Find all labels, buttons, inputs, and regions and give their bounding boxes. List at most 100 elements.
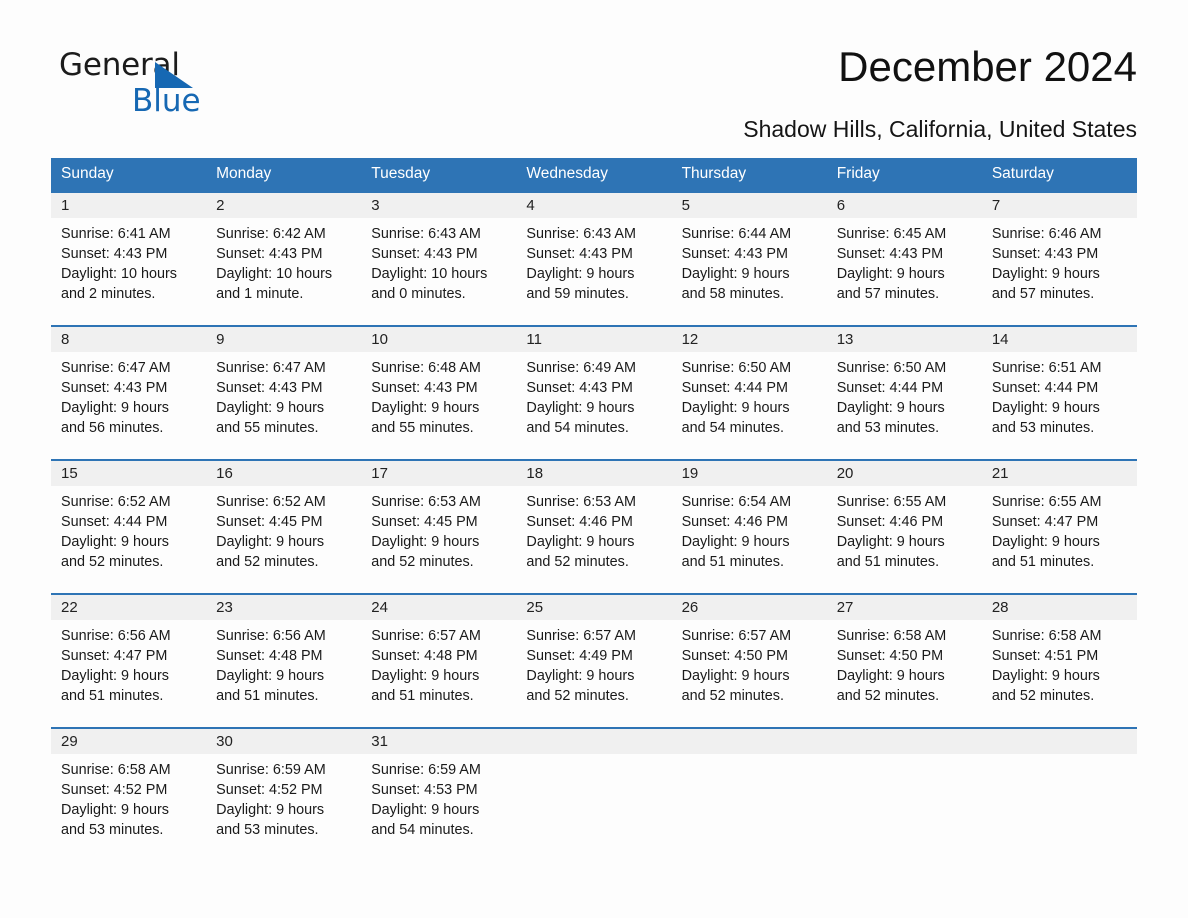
- calendar-day-cell[interactable]: 20 Sunrise: 6:55 AM Sunset: 4:46 PM Dayligh…: [826, 459, 982, 593]
- day-details: Sunrise: 6:50 AM Sunset: 4:44 PM Daylight:…: [827, 352, 982, 438]
- sunset-text: Sunset: 4:49 PM: [526, 648, 633, 664]
- calendar-day-cell[interactable]: 25 Sunrise: 6:57 AM Sunset: 4:49 PM Dayligh…: [516, 593, 672, 727]
- sunset-text: Sunset: 4:44 PM: [991, 380, 1099, 396]
- daylight-text-line1: Daylight: 9 hours: [836, 534, 945, 550]
- calendar-day-cell[interactable]: 19 Sunrise: 6:54 AM Sunset: 4:46 PM Dayligh…: [671, 459, 827, 593]
- daylight-text-line2: and 52 minutes.: [371, 554, 474, 570]
- daylight-text-line1: Daylight: 9 hours: [371, 400, 480, 416]
- daylight-text-line2: and 53 minutes.: [836, 420, 940, 436]
- sunrise-text: Sunrise: 6:56 AM: [61, 628, 171, 644]
- day-details: Sunrise: 6:59 AM Sunset: 4:53 PM Daylight:…: [361, 754, 516, 840]
- general-blue-logo: General Blue: [59, 50, 279, 122]
- calendar-day-cell[interactable]: 23 Sunrise: 6:56 AM Sunset: 4:48 PM Dayligh…: [206, 593, 362, 727]
- sunrise-text: Sunrise: 6:42 AM: [216, 226, 326, 242]
- daylight-text-line1: Daylight: 9 hours: [526, 534, 635, 550]
- calendar-day-cell[interactable]: 8 Sunrise: 6:47 AM Sunset: 4:43 PM Daylight…: [51, 325, 207, 459]
- calendar-day-cell[interactable]: 10 Sunrise: 6:48 AM Sunset: 4:43 PM Dayligh…: [361, 325, 517, 459]
- calendar-day-cell[interactable]: 21 Sunrise: 6:55 AM Sunset: 4:47 PM Dayligh…: [981, 459, 1137, 593]
- calendar-day-cell-empty: [671, 727, 827, 847]
- sunset-text: Sunset: 4:47 PM: [61, 648, 168, 664]
- sunset-text: Sunset: 4:44 PM: [836, 380, 944, 396]
- calendar-day-cell[interactable]: 16 Sunrise: 6:52 AM Sunset: 4:45 PM Dayligh…: [206, 459, 362, 593]
- calendar-day-cell[interactable]: 13 Sunrise: 6:50 AM Sunset: 4:44 PM Dayligh…: [826, 325, 982, 459]
- daylight-text-line1: Daylight: 9 hours: [991, 534, 1100, 550]
- sunset-text: Sunset: 4:43 PM: [836, 246, 944, 262]
- calendar-day-cell-empty: [516, 727, 672, 847]
- daylight-text-line2: and 52 minutes.: [526, 554, 629, 570]
- calendar-day-cell[interactable]: 17 Sunrise: 6:53 AM Sunset: 4:45 PM Dayligh…: [361, 459, 517, 593]
- sunset-text: Sunset: 4:48 PM: [216, 648, 323, 664]
- daylight-text-line1: Daylight: 9 hours: [526, 668, 635, 684]
- sunrise-text: Sunrise: 6:47 AM: [61, 360, 171, 376]
- daylight-text-line1: Daylight: 9 hours: [61, 400, 169, 416]
- daylight-text-line1: Daylight: 9 hours: [216, 668, 325, 684]
- sunrise-text: Sunrise: 6:43 AM: [526, 226, 637, 242]
- weekday-header-thursday: Thursday: [671, 158, 827, 191]
- day-number: 22: [51, 595, 207, 620]
- sunset-text: Sunset: 4:51 PM: [991, 648, 1099, 664]
- day-number: 12: [671, 327, 827, 352]
- sunset-text: Sunset: 4:46 PM: [681, 514, 788, 530]
- day-number: 11: [516, 327, 672, 352]
- daylight-text-line1: Daylight: 10 hours: [61, 266, 177, 282]
- calendar-day-cell[interactable]: 2 Sunrise: 6:42 AM Sunset: 4:43 PM Daylight…: [206, 191, 362, 325]
- calendar-day-cell[interactable]: 14 Sunrise: 6:51 AM Sunset: 4:44 PM Dayligh…: [981, 325, 1137, 459]
- calendar-day-cell[interactable]: 1 Sunrise: 6:41 AM Sunset: 4:43 PM Daylight…: [51, 191, 207, 325]
- day-details: Sunrise: 6:55 AM Sunset: 4:46 PM Daylight:…: [827, 486, 982, 572]
- logo-text-blue: Blue: [132, 83, 201, 119]
- sunrise-text: Sunrise: 6:59 AM: [371, 762, 481, 778]
- calendar-day-cell[interactable]: 6 Sunrise: 6:45 AM Sunset: 4:43 PM Daylight…: [826, 191, 982, 325]
- sunset-text: Sunset: 4:44 PM: [61, 514, 168, 530]
- calendar-day-cell[interactable]: 18 Sunrise: 6:53 AM Sunset: 4:46 PM Dayligh…: [516, 459, 672, 593]
- sunrise-text: Sunrise: 6:50 AM: [836, 360, 947, 376]
- calendar-day-cell[interactable]: 31 Sunrise: 6:59 AM Sunset: 4:53 PM Dayligh…: [361, 727, 517, 847]
- day-details: Sunrise: 6:58 AM Sunset: 4:51 PM Daylight:…: [982, 620, 1137, 706]
- day-details: Sunrise: 6:55 AM Sunset: 4:47 PM Daylight:…: [982, 486, 1137, 572]
- calendar-day-cell[interactable]: 12 Sunrise: 6:50 AM Sunset: 4:44 PM Dayligh…: [671, 325, 827, 459]
- sunset-text: Sunset: 4:43 PM: [526, 380, 633, 396]
- sunrise-text: Sunrise: 6:47 AM: [216, 360, 326, 376]
- daylight-text-line2: and 57 minutes.: [836, 286, 940, 302]
- calendar-day-cell[interactable]: 5 Sunrise: 6:44 AM Sunset: 4:43 PM Daylight…: [671, 191, 827, 325]
- daylight-text-line1: Daylight: 9 hours: [216, 534, 325, 550]
- weekday-header-wednesday: Wednesday: [516, 158, 672, 191]
- calendar-day-cell[interactable]: 30 Sunrise: 6:59 AM Sunset: 4:52 PM Dayligh…: [206, 727, 362, 847]
- calendar-day-cell[interactable]: 3 Sunrise: 6:43 AM Sunset: 4:43 PM Daylight…: [361, 191, 517, 325]
- day-details: Sunrise: 6:57 AM Sunset: 4:50 PM Daylight:…: [672, 620, 827, 706]
- sunrise-text: Sunrise: 6:54 AM: [681, 494, 792, 510]
- calendar-day-cell[interactable]: 15 Sunrise: 6:52 AM Sunset: 4:44 PM Dayligh…: [51, 459, 207, 593]
- sunrise-text: Sunrise: 6:46 AM: [991, 226, 1102, 242]
- calendar-day-cell[interactable]: 11 Sunrise: 6:49 AM Sunset: 4:43 PM Dayligh…: [516, 325, 672, 459]
- day-number: [981, 729, 1137, 754]
- calendar-day-cell[interactable]: 26 Sunrise: 6:57 AM Sunset: 4:50 PM Dayligh…: [671, 593, 827, 727]
- daylight-text-line2: and 52 minutes.: [526, 688, 629, 704]
- sunset-text: Sunset: 4:43 PM: [61, 246, 168, 262]
- calendar-day-cell[interactable]: 9 Sunrise: 6:47 AM Sunset: 4:43 PM Daylight…: [206, 325, 362, 459]
- calendar-day-cell[interactable]: 22 Sunrise: 6:56 AM Sunset: 4:47 PM Dayligh…: [51, 593, 207, 727]
- calendar-day-cell[interactable]: 4 Sunrise: 6:43 AM Sunset: 4:43 PM Daylight…: [516, 191, 672, 325]
- sunset-text: Sunset: 4:47 PM: [991, 514, 1099, 530]
- sunset-text: Sunset: 4:43 PM: [991, 246, 1099, 262]
- day-number: 16: [206, 461, 362, 486]
- daylight-text-line1: Daylight: 9 hours: [681, 534, 790, 550]
- calendar-day-cell[interactable]: 29 Sunrise: 6:58 AM Sunset: 4:52 PM Dayligh…: [51, 727, 207, 847]
- calendar-day-cell[interactable]: 27 Sunrise: 6:58 AM Sunset: 4:50 PM Dayligh…: [826, 593, 982, 727]
- daylight-text-line1: Daylight: 9 hours: [61, 802, 169, 818]
- day-details: Sunrise: 6:44 AM Sunset: 4:43 PM Daylight:…: [672, 218, 827, 304]
- calendar-day-cell[interactable]: 28 Sunrise: 6:58 AM Sunset: 4:51 PM Dayligh…: [981, 593, 1137, 727]
- sunrise-text: Sunrise: 6:52 AM: [61, 494, 171, 510]
- day-number: 18: [516, 461, 672, 486]
- page-title: December 2024: [838, 43, 1137, 90]
- sunset-text: Sunset: 4:43 PM: [371, 380, 478, 396]
- sunrise-text: Sunrise: 6:41 AM: [61, 226, 171, 242]
- calendar-week-row: 1 Sunrise: 6:41 AM Sunset: 4:43 PM Daylight…: [51, 191, 1137, 325]
- daylight-text-line2: and 52 minutes.: [836, 688, 940, 704]
- calendar-day-cell[interactable]: 7 Sunrise: 6:46 AM Sunset: 4:43 PM Daylight…: [981, 191, 1137, 325]
- daylight-text-line1: Daylight: 9 hours: [991, 668, 1100, 684]
- day-details: Sunrise: 6:47 AM Sunset: 4:43 PM Daylight:…: [206, 352, 361, 438]
- day-details: Sunrise: 6:43 AM Sunset: 4:43 PM Daylight:…: [361, 218, 516, 304]
- daylight-text-line2: and 55 minutes.: [216, 420, 319, 436]
- day-number: 13: [826, 327, 982, 352]
- sunrise-text: Sunrise: 6:59 AM: [216, 762, 326, 778]
- calendar-day-cell[interactable]: 24 Sunrise: 6:57 AM Sunset: 4:48 PM Dayligh…: [361, 593, 517, 727]
